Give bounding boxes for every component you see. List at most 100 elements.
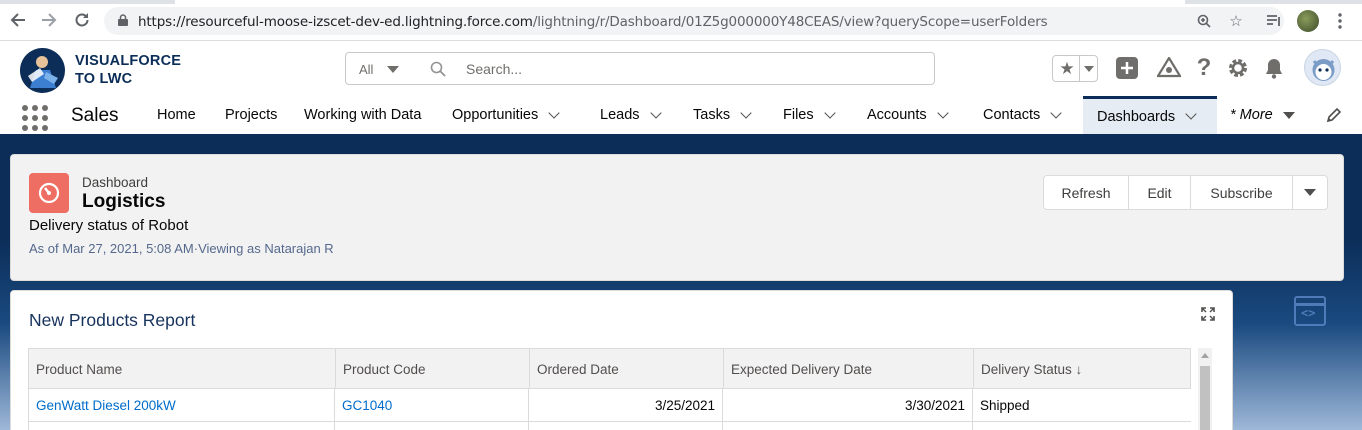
nav-item-label: Tasks	[693, 107, 731, 123]
expected-delivery-date-cell: 3/30/2021	[723, 389, 973, 421]
lock-icon	[118, 14, 128, 26]
nav-item-dashboards[interactable]: Dashboards	[1083, 96, 1217, 134]
page-title: Logistics	[82, 191, 166, 212]
chevron-down-icon[interactable]	[936, 106, 949, 119]
code-widget-icon: <>	[1294, 296, 1326, 326]
nav-item-working-with-data[interactable]: Working with Data	[304, 96, 421, 134]
org-logo[interactable]	[20, 48, 65, 93]
ordered-date-cell: 3/25/2021	[529, 389, 723, 421]
back-icon[interactable]	[8, 10, 28, 30]
address-bar[interactable]: https://resourceful-moose-izscet-dev-ed.…	[104, 7, 1284, 35]
dashboard-actions: Refresh Edit Subscribe	[1043, 175, 1328, 210]
bookmark-star-icon[interactable]: ☆	[1227, 12, 1245, 30]
setup-gear-icon[interactable]	[1225, 55, 1251, 81]
nav-item-leads[interactable]: Leads	[600, 96, 662, 134]
global-actions-icon[interactable]	[1114, 55, 1140, 81]
chevron-down-icon[interactable]	[649, 106, 662, 119]
chevron-down-icon[interactable]	[823, 106, 836, 119]
table-row: GenWatt Diesel 200kW GC1040 3/25/2021 3/…	[28, 389, 1191, 422]
org-logo-text: VISUALFORCE TO LWC	[75, 52, 181, 88]
column-header-expected-delivery-date[interactable]: Expected Delivery Date	[724, 349, 974, 389]
expand-icon[interactable]	[1201, 307, 1215, 321]
browser-toolbar: https://resourceful-moose-izscet-dev-ed.…	[0, 0, 1362, 41]
table-header: Product Name Product Code Ordered Date E…	[28, 348, 1191, 389]
column-header-ordered-date[interactable]: Ordered Date	[530, 349, 724, 389]
search-scope-label: All	[359, 62, 374, 77]
delivery-status-cell: Shipped	[980, 397, 1030, 413]
nav-item-label: Projects	[225, 107, 278, 123]
chevron-down-icon[interactable]	[1050, 106, 1062, 119]
dashboard-refresh-meta: As of Mar 27, 2021, 5:08 AM·Viewing as N…	[29, 241, 334, 256]
caret-down-icon	[1304, 189, 1316, 196]
column-header-delivery-status[interactable]: Delivery Status ↓	[974, 349, 1190, 389]
subscribe-button[interactable]: Subscribe	[1191, 176, 1293, 209]
search-icon	[430, 61, 446, 77]
tab-strip	[0, 0, 1362, 4]
column-header-product-name[interactable]: Product Name	[29, 349, 336, 389]
app-launcher-icon[interactable]	[22, 105, 48, 131]
url-path: /lightning/r/Dashboard/01Z5g000000Y48CEA…	[532, 14, 1048, 30]
dashboard-description: Delivery status of Robot	[29, 217, 189, 234]
logo-line-2: TO LWC	[75, 71, 133, 87]
global-header: VISUALFORCE TO LWC All ★ ?	[0, 41, 1362, 96]
app-name: Sales	[71, 105, 119, 126]
report-title[interactable]: New Products Report	[29, 310, 195, 331]
favorites-dropdown-icon[interactable]	[1084, 66, 1094, 72]
caret-down-icon	[1282, 111, 1295, 119]
report-component: New Products Report Product Name Product…	[10, 290, 1233, 430]
help-icon[interactable]: ?	[1191, 54, 1217, 81]
edit-nav-pencil-icon[interactable]	[1326, 107, 1342, 123]
global-search-box[interactable]	[408, 52, 935, 85]
favorites-button-group: ★	[1052, 55, 1098, 82]
user-avatar[interactable]	[1304, 49, 1341, 86]
nav-item-opportunities[interactable]: Opportunities	[452, 96, 560, 134]
nav-item-label: Working with Data	[304, 107, 422, 123]
refresh-button[interactable]: Refresh	[1044, 176, 1129, 209]
scrollbar-thumb[interactable]	[1200, 366, 1210, 430]
nav-item-label: Contacts	[983, 107, 1041, 123]
favorites-star-icon[interactable]: ★	[1056, 57, 1078, 80]
search-input[interactable]	[466, 61, 866, 77]
table-scrollbar[interactable]	[1198, 348, 1212, 430]
nav-item-tasks[interactable]: Tasks	[693, 96, 752, 134]
product-code-link[interactable]: GC1040	[335, 389, 529, 421]
trailhead-icon[interactable]	[1156, 55, 1182, 81]
browser-menu-icon[interactable]	[1329, 10, 1351, 32]
chevron-down-icon[interactable]	[1185, 108, 1197, 120]
nav-item-contacts[interactable]: Contacts	[983, 96, 1062, 134]
nav-more-menu[interactable]: * More	[1230, 96, 1295, 134]
nav-item-label: Dashboards	[1097, 108, 1176, 125]
product-name-link[interactable]: GenWatt Diesel 200kW	[29, 389, 335, 421]
table-row	[28, 422, 1191, 430]
scroll-up-icon[interactable]	[1201, 353, 1209, 358]
nav-item-label: Opportunities	[452, 107, 539, 123]
reload-icon[interactable]	[72, 10, 92, 30]
caret-down-icon	[387, 66, 399, 73]
dashboard-type-label: Dashboard	[82, 175, 149, 190]
browser-profile-avatar[interactable]	[1297, 10, 1319, 32]
notifications-bell-icon[interactable]	[1261, 55, 1287, 81]
search-scope-select[interactable]: All	[345, 52, 409, 85]
nav-item-label: Files	[783, 107, 814, 123]
url-host: https://resourceful-moose-izscet-dev-ed.…	[138, 14, 533, 30]
nav-more-label: * More	[1230, 107, 1273, 123]
column-header-product-code[interactable]: Product Code	[336, 349, 530, 389]
logo-line-1: VISUALFORCE	[75, 53, 182, 69]
nav-item-label: Leads	[600, 107, 640, 123]
url-text: https://resourceful-moose-izscet-dev-ed.…	[138, 14, 1048, 30]
reading-list-icon[interactable]	[1263, 10, 1285, 32]
zoom-icon[interactable]	[1195, 12, 1213, 30]
chevron-down-icon[interactable]	[548, 106, 560, 119]
edit-button[interactable]: Edit	[1129, 176, 1191, 209]
app-navigation-bar: Sales Home Projects Working with Data Op…	[0, 96, 1362, 137]
chevron-down-icon[interactable]	[740, 106, 752, 119]
more-actions-button[interactable]	[1293, 176, 1327, 209]
dashboard-gauge-icon	[29, 173, 69, 213]
nav-item-label: Home	[157, 107, 196, 123]
nav-item-label: Accounts	[867, 107, 927, 123]
nav-item-files[interactable]: Files	[783, 96, 836, 134]
nav-item-home[interactable]: Home	[157, 96, 196, 134]
nav-item-accounts[interactable]: Accounts	[867, 96, 949, 134]
forward-icon[interactable]	[39, 10, 59, 30]
nav-item-projects[interactable]: Projects	[225, 96, 277, 134]
